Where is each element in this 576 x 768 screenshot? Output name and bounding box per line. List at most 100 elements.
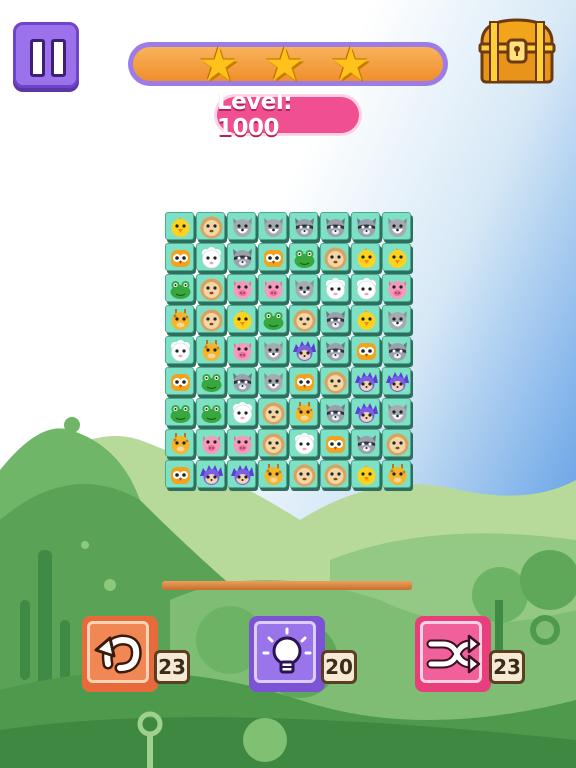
- tile-owl[interactable]: [351, 336, 382, 367]
- tile-frog[interactable]: [258, 305, 289, 336]
- tile-pig[interactable]: [196, 429, 227, 460]
- tile-raccoon[interactable]: [320, 398, 351, 429]
- raccoon-icon: [326, 311, 345, 330]
- pause-button[interactable]: [13, 22, 79, 88]
- tile-owl[interactable]: [165, 460, 196, 491]
- tile-wolf[interactable]: [382, 212, 413, 243]
- raccoon-icon: [357, 435, 376, 454]
- star-progress-bar: ★ ★ ★: [128, 38, 448, 90]
- tile-sheep[interactable]: [289, 429, 320, 460]
- giraffe-icon: [388, 464, 407, 485]
- tile-lion[interactable]: [258, 429, 289, 460]
- tile-lion[interactable]: [196, 305, 227, 336]
- tile-owl[interactable]: [258, 243, 289, 274]
- tile-chick[interactable]: [382, 243, 413, 274]
- pig-icon: [233, 281, 252, 299]
- tile-lion[interactable]: [320, 460, 351, 491]
- tile-wolf[interactable]: [258, 367, 289, 398]
- tile-chick[interactable]: [351, 460, 382, 491]
- tile-raccoon[interactable]: [227, 367, 258, 398]
- tile-owl[interactable]: [289, 367, 320, 398]
- tile-hedgehog[interactable]: [289, 336, 320, 367]
- tile-pig[interactable]: [227, 336, 258, 367]
- raccoon-icon: [326, 342, 345, 361]
- tile-raccoon[interactable]: [382, 336, 413, 367]
- tile-giraffe[interactable]: [258, 460, 289, 491]
- tile-lion[interactable]: [258, 398, 289, 429]
- hedgehog-icon: [200, 465, 223, 485]
- tile-giraffe[interactable]: [165, 305, 196, 336]
- tile-frog[interactable]: [196, 398, 227, 429]
- star-icon: ★: [198, 37, 240, 91]
- wolf-icon: [264, 373, 283, 392]
- tile-hedgehog[interactable]: [382, 367, 413, 398]
- tile-raccoon[interactable]: [320, 305, 351, 336]
- tile-chick[interactable]: [227, 305, 258, 336]
- tile-chick[interactable]: [351, 243, 382, 274]
- tile-chick[interactable]: [165, 212, 196, 243]
- pig-icon: [202, 436, 221, 454]
- treasure-chest-icon[interactable]: [476, 16, 558, 86]
- tile-lion[interactable]: [289, 460, 320, 491]
- tile-giraffe[interactable]: [382, 460, 413, 491]
- tile-sheep[interactable]: [320, 274, 351, 305]
- tile-sheep[interactable]: [196, 243, 227, 274]
- tile-owl[interactable]: [320, 429, 351, 460]
- tile-sheep[interactable]: [351, 274, 382, 305]
- tile-frog[interactable]: [165, 398, 196, 429]
- lion-icon: [293, 309, 316, 332]
- frog-icon: [201, 405, 222, 423]
- owl-icon: [171, 374, 190, 391]
- tile-pig[interactable]: [227, 429, 258, 460]
- tile-sheep[interactable]: [227, 398, 258, 429]
- giraffe-icon: [295, 402, 314, 423]
- lion-icon: [293, 464, 316, 487]
- tile-raccoon[interactable]: [289, 212, 320, 243]
- tile-board: [165, 212, 413, 492]
- pig-icon: [233, 343, 252, 361]
- tile-lion[interactable]: [196, 274, 227, 305]
- tile-frog[interactable]: [196, 367, 227, 398]
- tile-lion[interactable]: [289, 305, 320, 336]
- tile-giraffe[interactable]: [165, 429, 196, 460]
- tile-giraffe[interactable]: [196, 336, 227, 367]
- shuffle-button[interactable]: [415, 616, 491, 692]
- owl-icon: [171, 467, 190, 484]
- tile-wolf[interactable]: [227, 212, 258, 243]
- tile-wolf[interactable]: [382, 305, 413, 336]
- tile-pig[interactable]: [382, 274, 413, 305]
- wolf-icon: [233, 218, 252, 237]
- tile-frog[interactable]: [165, 274, 196, 305]
- tile-wolf[interactable]: [289, 274, 320, 305]
- tile-sheep[interactable]: [165, 336, 196, 367]
- tile-raccoon[interactable]: [351, 429, 382, 460]
- tile-hedgehog[interactable]: [196, 460, 227, 491]
- tile-raccoon[interactable]: [227, 243, 258, 274]
- tile-hedgehog[interactable]: [351, 398, 382, 429]
- tile-owl[interactable]: [165, 367, 196, 398]
- tile-chick[interactable]: [351, 305, 382, 336]
- tile-lion[interactable]: [320, 243, 351, 274]
- tile-wolf[interactable]: [258, 336, 289, 367]
- tile-raccoon[interactable]: [320, 212, 351, 243]
- tile-raccoon[interactable]: [320, 336, 351, 367]
- tile-owl[interactable]: [165, 243, 196, 274]
- tile-wolf[interactable]: [258, 212, 289, 243]
- tile-hedgehog[interactable]: [351, 367, 382, 398]
- tile-pig[interactable]: [227, 274, 258, 305]
- sheep-icon: [326, 278, 345, 300]
- tile-wolf[interactable]: [382, 398, 413, 429]
- tile-hedgehog[interactable]: [227, 460, 258, 491]
- tile-lion[interactable]: [196, 212, 227, 243]
- lion-icon: [262, 433, 285, 456]
- tile-pig[interactable]: [258, 274, 289, 305]
- tile-lion[interactable]: [382, 429, 413, 460]
- tile-giraffe[interactable]: [289, 398, 320, 429]
- sheep-icon: [202, 247, 221, 269]
- tile-lion[interactable]: [320, 367, 351, 398]
- tile-frog[interactable]: [289, 243, 320, 274]
- hint-button[interactable]: [249, 616, 325, 692]
- tile-raccoon[interactable]: [351, 212, 382, 243]
- wolf-icon: [388, 218, 407, 237]
- undo-button[interactable]: [82, 616, 158, 692]
